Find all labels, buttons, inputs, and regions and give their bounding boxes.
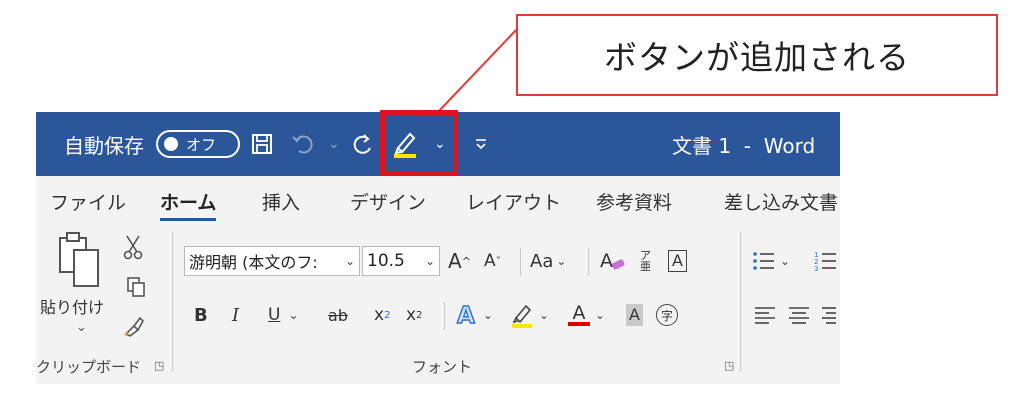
enclose-characters-button[interactable]: 字	[656, 298, 678, 332]
change-case-button[interactable]: Aa ⌄	[530, 246, 566, 276]
divider	[444, 302, 445, 330]
numbered-list-icon: 123	[814, 251, 836, 272]
svg-text:A: A	[457, 303, 475, 328]
align-center-icon	[789, 307, 809, 324]
align-left-icon	[755, 307, 775, 324]
font-dialog-launcher-icon[interactable]: ◳	[724, 359, 734, 372]
font-size-select[interactable]: 10.5 ⌄	[362, 246, 440, 276]
font-color-bar	[568, 322, 590, 326]
underline-letter: U	[268, 305, 281, 325]
customize-qat-icon[interactable]	[474, 112, 488, 176]
highlight-color-button[interactable]: ⌄	[508, 298, 549, 332]
paste-icon[interactable]	[56, 230, 106, 296]
superscript-letter: x	[406, 305, 417, 325]
shrink-font-button[interactable]: Aˇ	[484, 246, 501, 276]
clipboard-group-label: クリップボード	[36, 358, 142, 376]
divider	[588, 248, 589, 276]
font-size-value: 10.5	[367, 251, 405, 271]
bullet-list-icon	[753, 252, 774, 270]
group-divider	[172, 232, 173, 372]
added-button-highlight-box	[380, 110, 458, 176]
paste-label[interactable]: 貼り付け	[40, 294, 104, 318]
tab-references[interactable]: 参考資料	[596, 188, 672, 215]
align-left-button[interactable]	[754, 298, 776, 332]
tab-design[interactable]: デザイン	[350, 188, 426, 215]
toggle-knob	[164, 137, 178, 151]
chevron-down-icon: ⌄	[424, 254, 435, 268]
autosave-toggle[interactable]: オフ	[156, 130, 240, 158]
highlighter-pen-icon	[512, 304, 532, 328]
strikethrough-letters: ab	[328, 305, 348, 325]
text-effects-icon: A	[456, 302, 475, 328]
font-group-label: フォント	[412, 358, 473, 376]
callout-text: ボタンが追加される	[604, 38, 910, 77]
italic-button[interactable]: I	[232, 298, 239, 332]
chevron-down-icon: ⌄	[344, 254, 355, 268]
character-shading-letter: A	[626, 304, 643, 326]
change-case-text: Aa	[530, 250, 554, 272]
grow-font-button[interactable]: A ^	[448, 246, 471, 276]
svg-text:A: A	[600, 250, 613, 272]
tab-mailings[interactable]: 差し込み文書	[724, 188, 838, 215]
undo-dropdown-icon[interactable]: ⌄	[328, 112, 340, 176]
group-divider	[740, 232, 741, 372]
font-color-letter: A	[572, 302, 586, 324]
tab-layout[interactable]: レイアウト	[466, 188, 561, 215]
undo-icon[interactable]	[290, 112, 316, 176]
autosave-toggle-text: オフ	[186, 135, 217, 154]
font-color-button[interactable]: A ⌄	[568, 298, 605, 332]
format-painter-icon[interactable]	[122, 314, 146, 342]
callout-box: ボタンが追加される	[516, 14, 998, 96]
enclose-characters-glyph: 字	[656, 304, 678, 326]
ribbon-home: 貼り付け ⌄ クリップボード ◳ 游明朝 (本文のフ: ⌄ 10.5 ⌄ A ^ …	[36, 224, 840, 384]
tab-home[interactable]: ホーム	[160, 188, 217, 221]
phonetic-guide-icon[interactable]: ア亜	[640, 246, 651, 276]
align-right-icon	[822, 307, 836, 324]
grow-font-letter: A	[448, 249, 462, 273]
numbering-button[interactable]: 123	[814, 246, 838, 276]
subscript-button[interactable]: x2	[374, 298, 390, 332]
character-border-letter: A	[668, 250, 687, 272]
ribbon-tabs: ファイル ホーム 挿入 デザイン レイアウト 参考資料 差し込み文書	[36, 176, 840, 224]
underline-button[interactable]: U ⌄	[268, 298, 299, 332]
redo-icon[interactable]	[350, 112, 376, 176]
align-right-button[interactable]	[822, 298, 836, 332]
clipboard-dialog-launcher-icon[interactable]: ◳	[154, 359, 164, 372]
tab-file[interactable]: ファイル	[50, 188, 126, 215]
font-name-select[interactable]: 游明朝 (本文のフ: ⌄	[184, 246, 360, 276]
text-effects-button[interactable]: A ⌄	[456, 298, 493, 332]
subscript-letter: x	[374, 305, 385, 325]
shrink-font-letter: A	[484, 251, 496, 271]
tab-insert[interactable]: 挿入	[262, 188, 300, 215]
clear-formatting-icon: A	[600, 250, 625, 272]
strikethrough-button[interactable]: ab	[328, 298, 348, 332]
autosave-label: 自動保存	[64, 133, 144, 158]
divider	[520, 248, 521, 276]
bullets-button[interactable]: ⌄	[752, 246, 790, 276]
character-shading-button[interactable]: A	[626, 298, 643, 332]
clear-formatting-button[interactable]: A	[598, 246, 626, 276]
copy-icon[interactable]	[126, 276, 146, 302]
character-border-button[interactable]: A	[668, 246, 687, 276]
bold-button[interactable]: B	[194, 298, 208, 332]
cut-icon[interactable]	[122, 234, 144, 264]
svg-text:3: 3	[814, 265, 818, 272]
document-title: 文書 1 - Word	[672, 133, 816, 158]
superscript-button[interactable]: x2	[406, 298, 422, 332]
font-name-value: 游明朝 (本文のフ:	[189, 253, 318, 272]
save-icon[interactable]	[250, 112, 274, 176]
align-center-button[interactable]	[788, 298, 810, 332]
paste-dropdown-icon[interactable]: ⌄	[76, 320, 87, 335]
